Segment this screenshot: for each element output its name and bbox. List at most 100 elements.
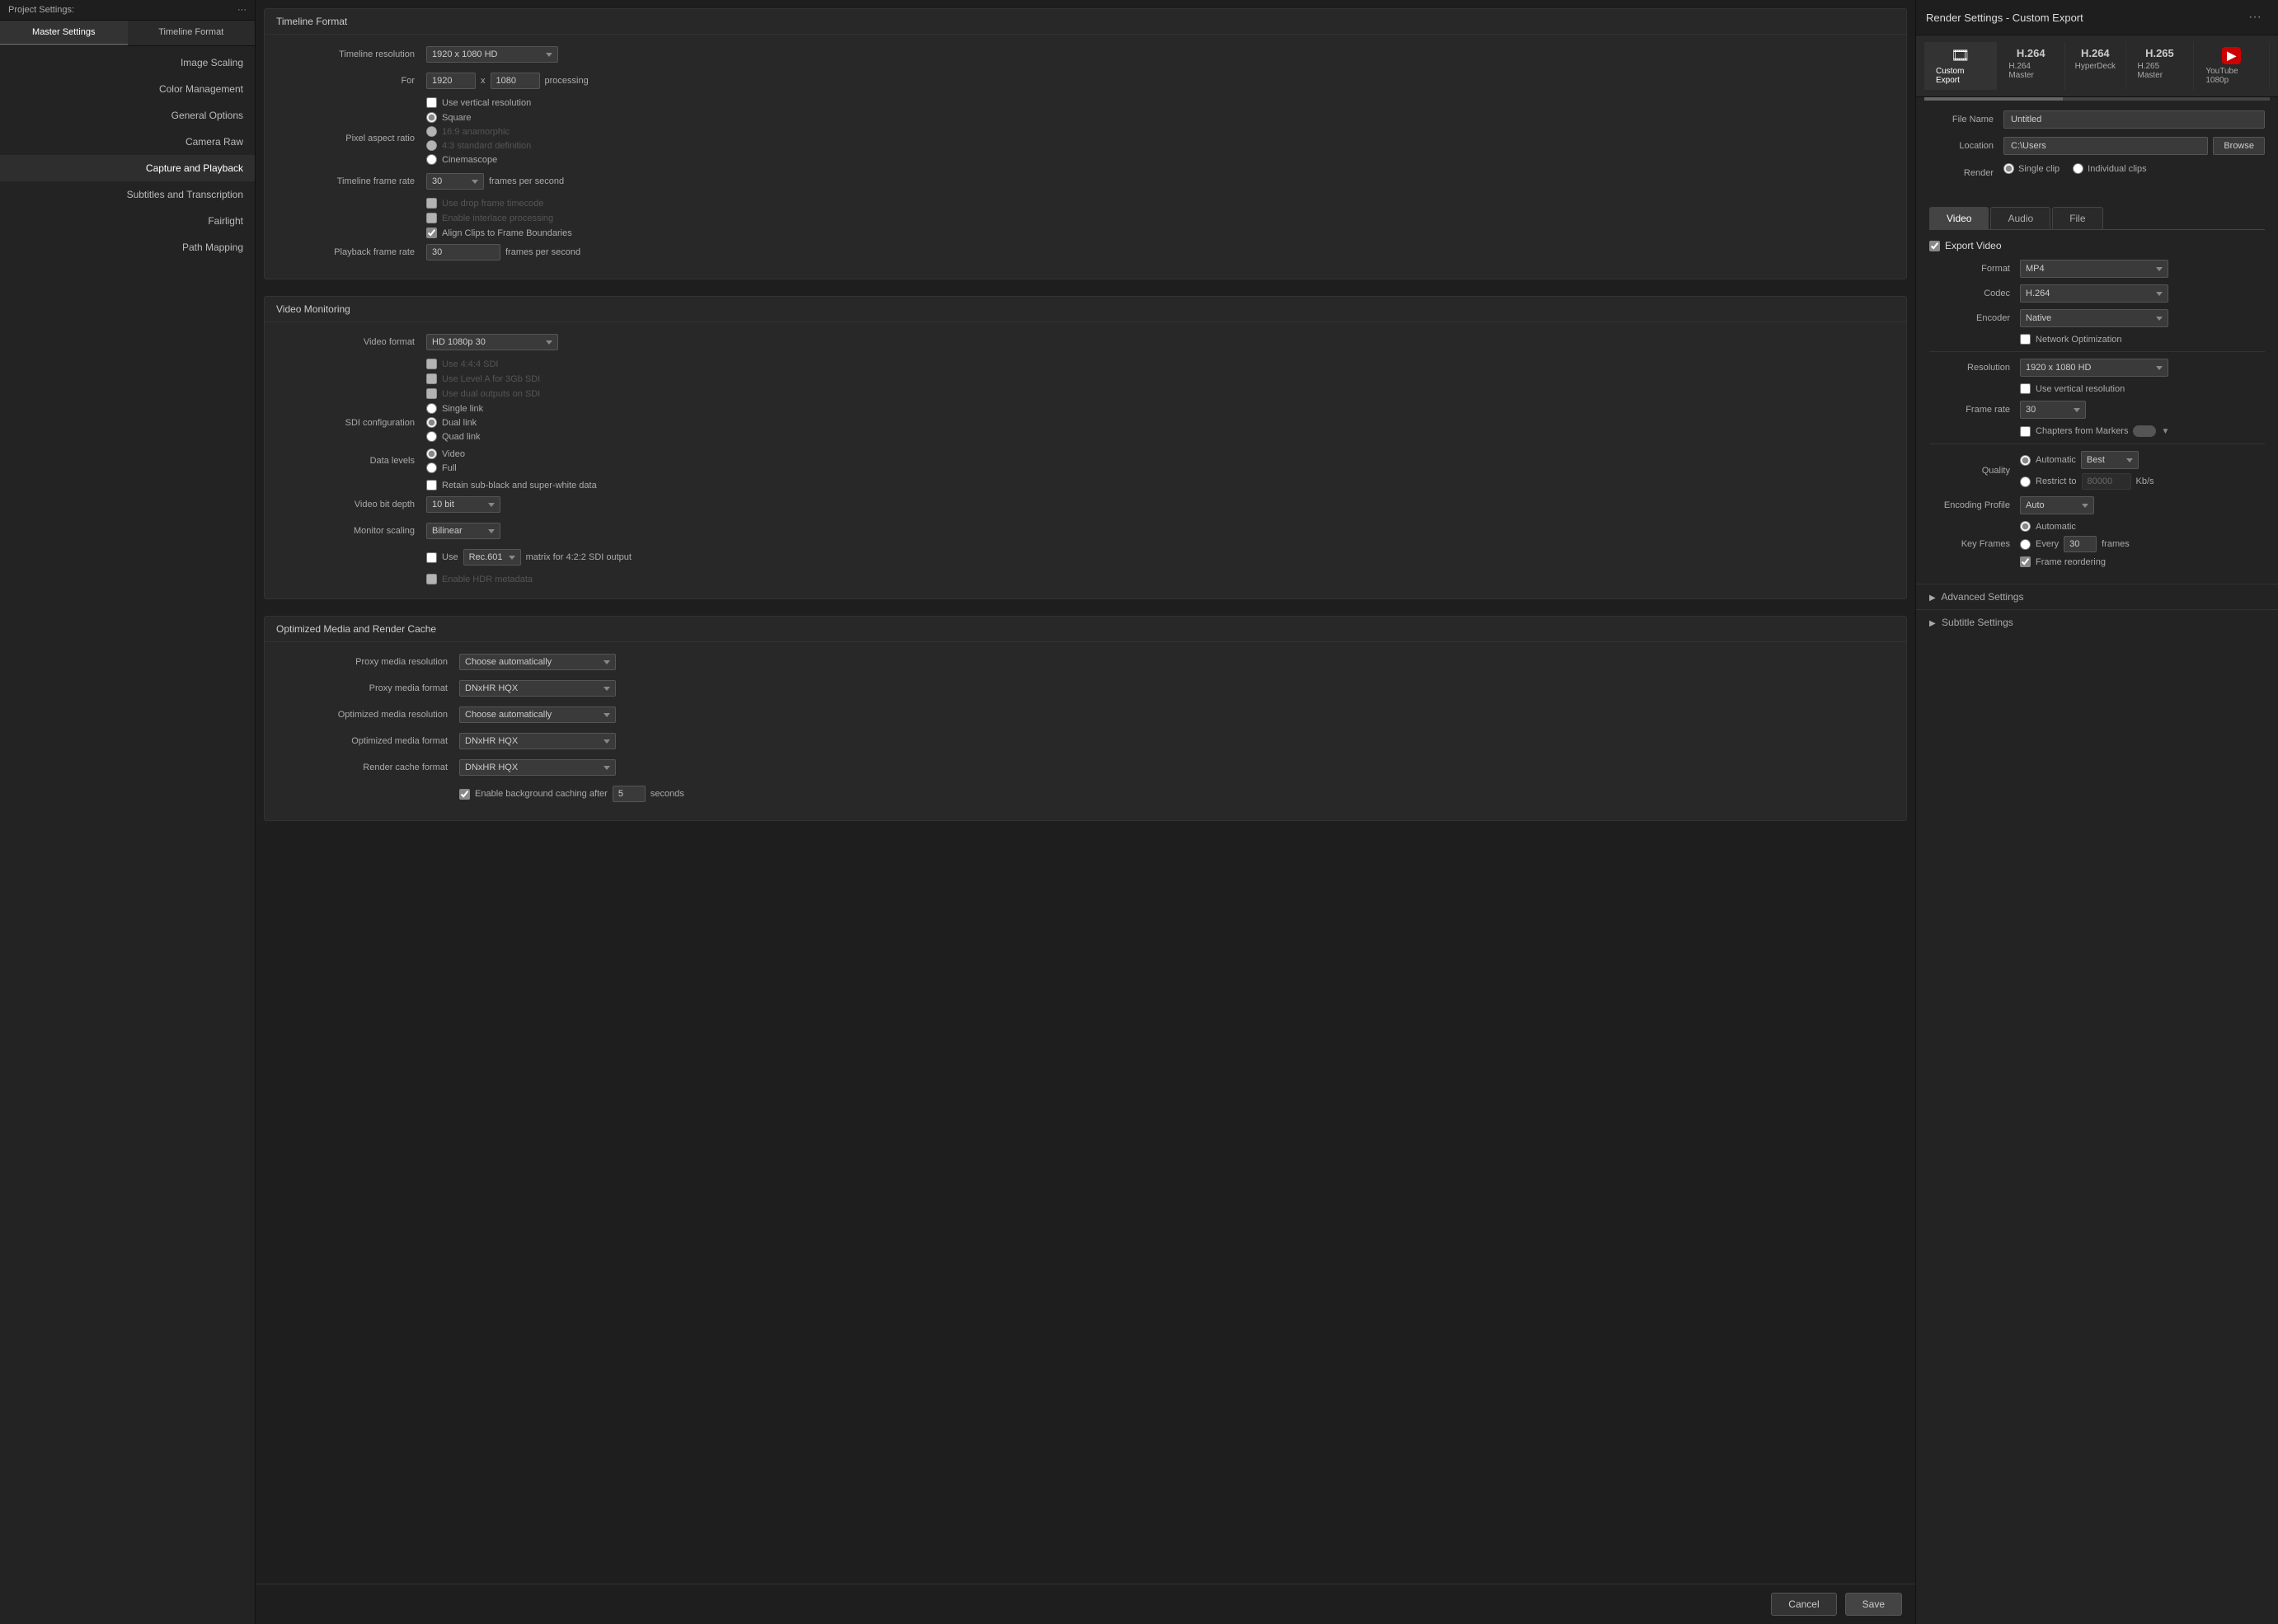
video-data-radio[interactable] bbox=[426, 448, 437, 459]
drop-frame-checkbox[interactable] bbox=[426, 198, 437, 209]
retain-sub-row: Retain sub-black and super-white data bbox=[426, 480, 1893, 490]
preset-youtube-label: YouTube 1080p bbox=[2205, 67, 2257, 85]
export-video-checkbox[interactable] bbox=[1929, 241, 1940, 251]
frame-rate-select[interactable]: 30 bbox=[2020, 401, 2086, 419]
render-tab-file[interactable]: File bbox=[2052, 207, 2102, 229]
bg-cache-text: Enable background caching after bbox=[475, 789, 608, 799]
standard-def-radio[interactable] bbox=[426, 140, 437, 151]
height-input[interactable] bbox=[491, 73, 540, 89]
sidebar-item-path-mapping[interactable]: Path Mapping bbox=[0, 234, 255, 260]
playback-rate-input[interactable] bbox=[426, 244, 500, 260]
preset-hyperdeck[interactable]: H.264 HyperDeck bbox=[2065, 42, 2125, 90]
quality-best-select[interactable]: Best bbox=[2081, 451, 2139, 469]
kf-every-radio[interactable] bbox=[2020, 539, 2031, 550]
frame-reorder-checkbox[interactable] bbox=[2020, 556, 2031, 567]
square-radio[interactable] bbox=[426, 112, 437, 123]
sidebar-item-camera-raw[interactable]: Camera Raw bbox=[0, 129, 255, 155]
save-button[interactable]: Save bbox=[1845, 1593, 1902, 1616]
key-frames-label: Key Frames bbox=[1929, 539, 2020, 549]
fps-label: frames per second bbox=[489, 176, 564, 186]
align-clips-checkbox[interactable] bbox=[426, 228, 437, 238]
sidebar-item-image-scaling[interactable]: Image Scaling bbox=[0, 49, 255, 76]
use-level-a-checkbox[interactable] bbox=[426, 373, 437, 384]
encoding-profile-select[interactable]: Auto bbox=[2020, 496, 2094, 514]
video-format-select[interactable]: HD 1080p 30 bbox=[426, 334, 558, 350]
single-clip-radio[interactable] bbox=[2003, 163, 2014, 174]
tab-timeline-format[interactable]: Timeline Format bbox=[128, 21, 256, 45]
project-settings-panel: Project Settings: ··· Master Settings Ti… bbox=[0, 0, 256, 1624]
interlace-checkbox[interactable] bbox=[426, 213, 437, 223]
sidebar-item-general-options[interactable]: General Options bbox=[0, 102, 255, 129]
render-cache-select[interactable]: DNxHR HQX bbox=[459, 759, 616, 776]
render-tab-audio[interactable]: Audio bbox=[1990, 207, 2050, 229]
full-data-radio[interactable] bbox=[426, 462, 437, 473]
chapters-toggle[interactable] bbox=[2133, 425, 2156, 437]
optimized-format-select[interactable]: DNxHR HQX bbox=[459, 733, 616, 749]
file-name-input[interactable] bbox=[2003, 110, 2265, 129]
individual-clips-radio[interactable] bbox=[2073, 163, 2083, 174]
sidebar-item-fairlight[interactable]: Fairlight bbox=[0, 208, 255, 234]
render-tab-video[interactable]: Video bbox=[1929, 207, 1989, 229]
quality-options: Automatic Best Restrict to Kb/s bbox=[2020, 451, 2154, 490]
render-clip-options: Single clip Individual clips bbox=[2003, 163, 2147, 174]
video-bit-depth-select[interactable]: 10 bit bbox=[426, 496, 500, 513]
codec-select[interactable]: H.264 bbox=[2020, 284, 2168, 303]
main-content-panel: Timeline Format Timeline resolution 1920… bbox=[256, 0, 1915, 1624]
align-clips-row: Align Clips to Frame Boundaries bbox=[426, 228, 1893, 238]
network-opt-checkbox[interactable] bbox=[2020, 334, 2031, 345]
use-vertical-checkbox[interactable] bbox=[426, 97, 437, 108]
dual-outputs-checkbox[interactable] bbox=[426, 388, 437, 399]
render-dots-menu[interactable]: ··· bbox=[2242, 7, 2268, 28]
sidebar-item-color-management[interactable]: Color Management bbox=[0, 76, 255, 102]
format-select[interactable]: MP4 bbox=[2020, 260, 2168, 278]
browse-button[interactable]: Browse bbox=[2213, 137, 2265, 155]
preset-h264-master[interactable]: H.264 H.264 Master bbox=[1997, 42, 2065, 90]
anamorphic-radio[interactable] bbox=[426, 126, 437, 137]
bg-cache-seconds-input[interactable] bbox=[613, 786, 646, 802]
use-vertical-res-checkbox[interactable] bbox=[2020, 383, 2031, 394]
sidebar-item-capture-playback[interactable]: Capture and Playback bbox=[0, 155, 255, 181]
subtitle-settings-section[interactable]: ▶ Subtitle Settings bbox=[1916, 609, 2278, 635]
quality-auto-radio[interactable] bbox=[2020, 455, 2031, 466]
rec601-select[interactable]: Rec.601 bbox=[463, 549, 521, 566]
monitor-scaling-select[interactable]: Bilinear bbox=[426, 523, 500, 539]
optimized-res-select[interactable]: Choose automatically bbox=[459, 706, 616, 723]
preset-custom-export[interactable]: 🎞 Custom Export bbox=[1924, 42, 1997, 90]
monitor-scaling-label: Monitor scaling bbox=[278, 526, 426, 536]
for-processing-control: x processing bbox=[426, 73, 589, 89]
timeline-frame-rate-select[interactable]: 30 bbox=[426, 173, 484, 190]
optimized-media-title: Optimized Media and Render Cache bbox=[265, 617, 1906, 642]
project-dots-menu[interactable]: ··· bbox=[237, 5, 247, 15]
kf-auto-radio[interactable] bbox=[2020, 521, 2031, 532]
cinemascope-radio[interactable] bbox=[426, 154, 437, 165]
dual-link-radio[interactable] bbox=[426, 417, 437, 428]
location-input[interactable] bbox=[2003, 137, 2208, 155]
use-vertical-row: Use vertical resolution bbox=[426, 97, 1893, 108]
sidebar-navigation: Image Scaling Color Management General O… bbox=[0, 46, 255, 264]
resolution-select[interactable]: 1920 x 1080 HD bbox=[2020, 359, 2168, 377]
single-link-radio[interactable] bbox=[426, 403, 437, 414]
width-input[interactable] bbox=[426, 73, 476, 89]
proxy-format-select[interactable]: DNxHR HQX bbox=[459, 680, 616, 697]
use-matrix-checkbox[interactable] bbox=[426, 552, 437, 563]
quad-link-label: Quad link bbox=[442, 432, 480, 442]
quad-link-radio[interactable] bbox=[426, 431, 437, 442]
encoder-select[interactable]: Native bbox=[2020, 309, 2168, 327]
retain-sub-checkbox[interactable] bbox=[426, 480, 437, 490]
preset-h265-master[interactable]: H.265 H.265 Master bbox=[2126, 42, 2195, 90]
timeline-resolution-select[interactable]: 1920 x 1080 HD bbox=[426, 46, 558, 63]
advanced-settings-section[interactable]: ▶ Advanced Settings bbox=[1916, 584, 2278, 609]
quality-restrict-radio[interactable] bbox=[2020, 476, 2031, 487]
tab-master-settings[interactable]: Master Settings bbox=[0, 21, 128, 45]
kf-frames-input[interactable] bbox=[2064, 536, 2097, 552]
quality-kbps-input[interactable] bbox=[2082, 473, 2131, 490]
chapters-checkbox[interactable] bbox=[2020, 426, 2031, 437]
preset-bar: 🎞 Custom Export H.264 H.264 Master H.264… bbox=[1916, 35, 2278, 97]
proxy-res-select[interactable]: Choose automatically bbox=[459, 654, 616, 670]
use-444-checkbox[interactable] bbox=[426, 359, 437, 369]
bg-cache-checkbox[interactable] bbox=[459, 789, 470, 800]
preset-youtube[interactable]: ▶ YouTube 1080p bbox=[2194, 42, 2270, 90]
cancel-button[interactable]: Cancel bbox=[1771, 1593, 1836, 1616]
hdr-checkbox[interactable] bbox=[426, 574, 437, 584]
sidebar-item-subtitles[interactable]: Subtitles and Transcription bbox=[0, 181, 255, 208]
